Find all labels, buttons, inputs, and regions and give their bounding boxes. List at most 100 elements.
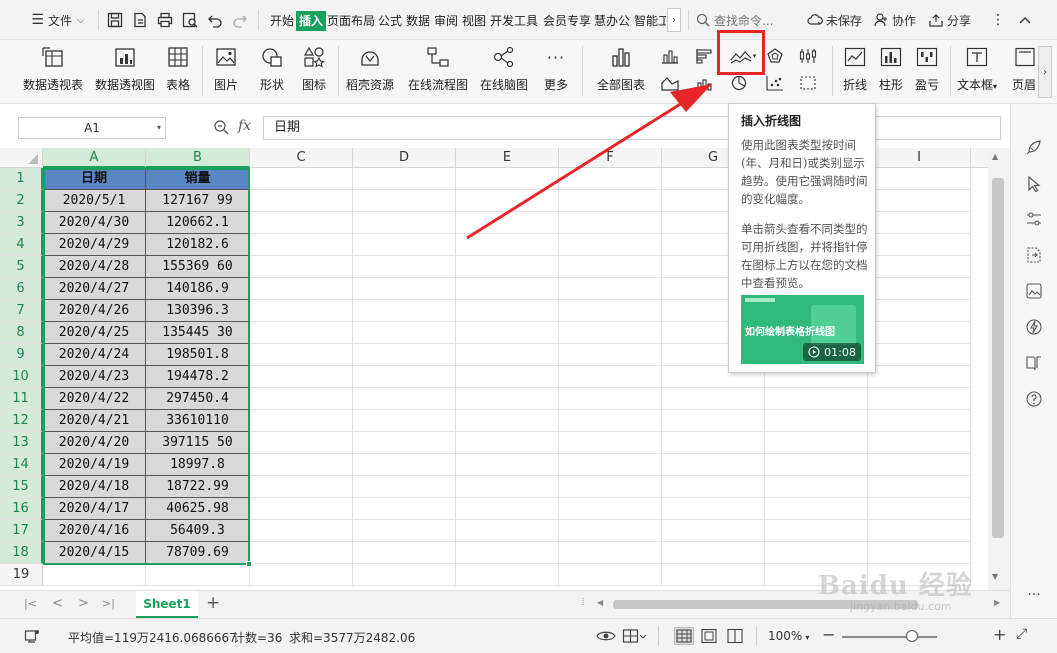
- file-menu[interactable]: ☰ 文件 ⌵: [22, 8, 94, 32]
- empty-cell[interactable]: [353, 168, 456, 190]
- empty-cell[interactable]: [456, 410, 559, 432]
- empty-cell[interactable]: [868, 454, 971, 476]
- empty-cell[interactable]: [559, 542, 662, 564]
- empty-cell[interactable]: [868, 168, 971, 190]
- empty-cell[interactable]: [456, 432, 559, 454]
- book-icon[interactable]: [1023, 352, 1045, 374]
- fill-handle[interactable]: [246, 561, 252, 567]
- empty-cell[interactable]: [456, 366, 559, 388]
- row-header[interactable]: 5: [0, 256, 43, 278]
- prev-sheet-icon[interactable]: <: [52, 596, 63, 611]
- sparkline-line-button[interactable]: 折线: [838, 42, 872, 98]
- row-header[interactable]: 2: [0, 190, 43, 212]
- undo-icon[interactable]: [204, 8, 226, 32]
- empty-cell[interactable]: [559, 388, 662, 410]
- more-options-icon[interactable]: ⋮: [990, 8, 1006, 32]
- empty-cell[interactable]: [559, 454, 662, 476]
- stock-chart-icon[interactable]: [797, 46, 819, 66]
- empty-cell[interactable]: [43, 564, 146, 586]
- empty-cell[interactable]: [868, 212, 971, 234]
- column-header[interactable]: D: [353, 148, 456, 168]
- tab-member[interactable]: 会员专享: [543, 11, 591, 31]
- empty-cell[interactable]: [559, 564, 662, 586]
- empty-cell[interactable]: [353, 542, 456, 564]
- select-all-corner[interactable]: [0, 148, 43, 168]
- empty-cell[interactable]: [353, 476, 456, 498]
- empty-cell[interactable]: [868, 190, 971, 212]
- empty-cell[interactable]: [353, 564, 456, 586]
- empty-cell[interactable]: [559, 190, 662, 212]
- empty-cell[interactable]: [662, 564, 765, 586]
- redo-icon[interactable]: [229, 8, 251, 32]
- tab-page-layout[interactable]: 页面布局: [327, 11, 375, 31]
- empty-cell[interactable]: [250, 476, 353, 498]
- empty-cell[interactable]: [250, 366, 353, 388]
- export-pdf-icon[interactable]: [129, 8, 151, 32]
- empty-cell[interactable]: [662, 388, 765, 410]
- name-box[interactable]: A1 ▾: [18, 117, 166, 139]
- empty-cell[interactable]: [353, 190, 456, 212]
- normal-view-icon[interactable]: [674, 627, 694, 645]
- sheet-tab-sheet1[interactable]: Sheet1: [136, 591, 198, 618]
- other-charts-icon[interactable]: [797, 73, 819, 93]
- more-tools-icon[interactable]: ···: [1023, 584, 1045, 606]
- empty-cell[interactable]: [353, 366, 456, 388]
- scroll-down-icon[interactable]: ▼: [992, 572, 998, 581]
- vertical-scroll-thumb[interactable]: [992, 178, 1004, 538]
- empty-cell[interactable]: [250, 432, 353, 454]
- row-header[interactable]: 18: [0, 542, 43, 564]
- zoom-slider[interactable]: [842, 636, 937, 638]
- row-header[interactable]: 13: [0, 432, 43, 454]
- more-button[interactable]: ··· 更多: [536, 42, 576, 98]
- page-layout-view-icon[interactable]: [700, 628, 718, 644]
- eye-protection-icon[interactable]: [596, 628, 616, 644]
- empty-cell[interactable]: [868, 366, 971, 388]
- sparkline-column-button[interactable]: 柱形: [874, 42, 908, 98]
- command-search[interactable]: 查找命令...: [696, 8, 792, 32]
- empty-cell[interactable]: [250, 542, 353, 564]
- column-header[interactable]: C: [250, 148, 353, 168]
- empty-cell[interactable]: [559, 300, 662, 322]
- empty-cell[interactable]: [353, 212, 456, 234]
- print-preview-icon[interactable]: [179, 8, 201, 32]
- empty-cell[interactable]: [250, 168, 353, 190]
- zoom-formula-icon[interactable]: [213, 119, 229, 135]
- empty-cell[interactable]: [868, 410, 971, 432]
- empty-cell[interactable]: [456, 234, 559, 256]
- tab-huibangong[interactable]: 慧办公: [594, 11, 630, 31]
- empty-cell[interactable]: [456, 476, 559, 498]
- column-header[interactable]: [971, 148, 988, 168]
- empty-cell[interactable]: [353, 344, 456, 366]
- column-chart-icon[interactable]: [659, 46, 681, 66]
- empty-cell[interactable]: [456, 564, 559, 586]
- empty-cell[interactable]: [250, 498, 353, 520]
- tab-view[interactable]: 视图: [462, 11, 486, 31]
- empty-cell[interactable]: [250, 454, 353, 476]
- empty-cell[interactable]: [765, 542, 868, 564]
- row-header[interactable]: 3: [0, 212, 43, 234]
- empty-cell[interactable]: [868, 278, 971, 300]
- empty-cell[interactable]: [353, 322, 456, 344]
- empty-cell[interactable]: [559, 212, 662, 234]
- empty-cell[interactable]: [456, 322, 559, 344]
- textbox-button[interactable]: 文本框▾: [955, 42, 999, 98]
- row-header[interactable]: 16: [0, 498, 43, 520]
- empty-cell[interactable]: [353, 234, 456, 256]
- row-header[interactable]: 4: [0, 234, 43, 256]
- row-header[interactable]: 11: [0, 388, 43, 410]
- empty-cell[interactable]: [662, 498, 765, 520]
- header-footer-button[interactable]: 页眉: [1012, 42, 1036, 98]
- empty-cell[interactable]: [765, 432, 868, 454]
- pie-chart-icon[interactable]: [728, 73, 750, 93]
- empty-cell[interactable]: [250, 344, 353, 366]
- picture-button[interactable]: 图片: [208, 42, 244, 98]
- empty-cell[interactable]: [559, 256, 662, 278]
- zoom-slider-thumb[interactable]: [906, 630, 918, 642]
- empty-cell[interactable]: [250, 520, 353, 542]
- empty-cell[interactable]: [250, 564, 353, 586]
- save-icon[interactable]: [104, 8, 126, 32]
- empty-cell[interactable]: [559, 344, 662, 366]
- vertical-scrollbar[interactable]: ▲ ▼: [988, 148, 1010, 590]
- row-header[interactable]: 14: [0, 454, 43, 476]
- empty-cell[interactable]: [868, 520, 971, 542]
